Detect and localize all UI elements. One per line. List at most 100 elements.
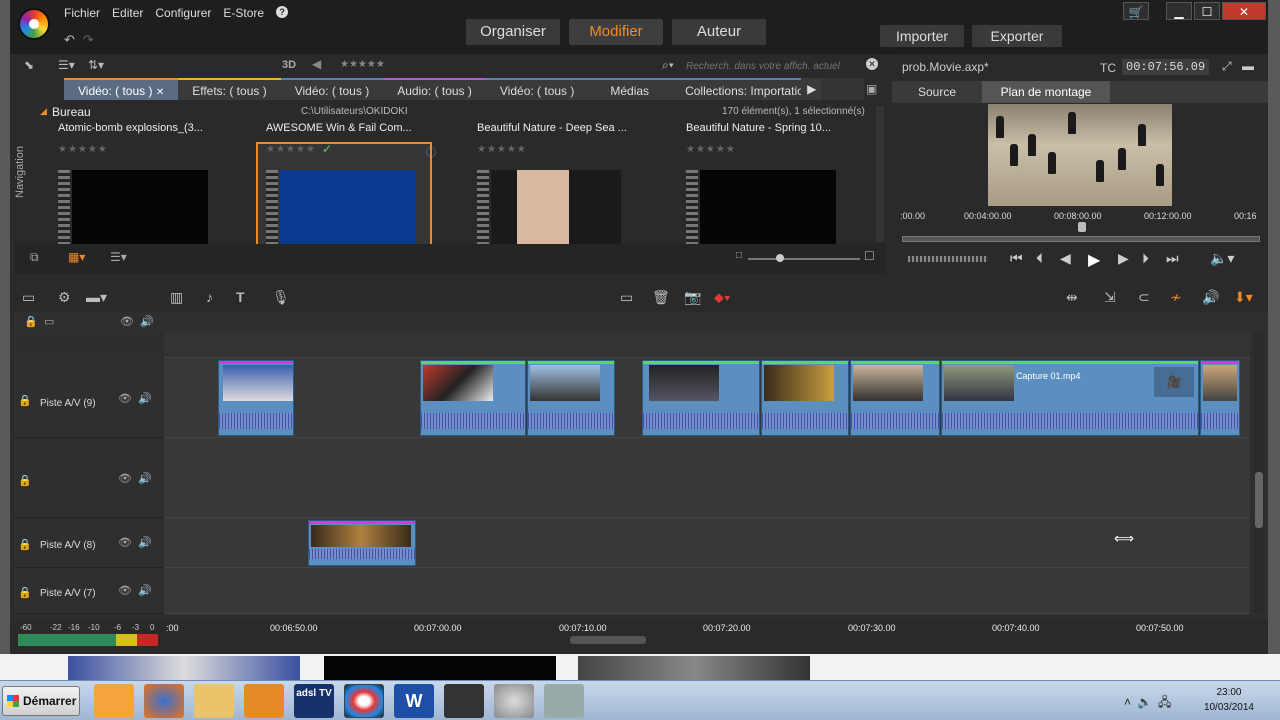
explorer-icon[interactable] <box>194 684 234 718</box>
timeline-clip-capture[interactable]: Capture 01.mp4 🎥 <box>941 360 1199 436</box>
preview-scrubber[interactable] <box>902 236 1260 242</box>
speaker-icon[interactable]: 🔊 <box>138 472 152 485</box>
horizontal-scroll-thumb[interactable] <box>570 636 646 644</box>
mode-organize-button[interactable]: Organiser <box>466 19 560 45</box>
marker-list-icon[interactable]: ▭ <box>620 289 633 306</box>
zoom-slider[interactable] <box>748 258 860 260</box>
redo-icon[interactable]: ↷ <box>83 32 102 47</box>
eye-icon[interactable]: 👁 <box>118 392 132 405</box>
pin-icon[interactable]: ⬊ <box>24 58 34 72</box>
library-search-input[interactable] <box>686 58 862 74</box>
close-tab-icon[interactable]: ✕ <box>156 87 164 98</box>
timeline-ruler[interactable]: :00 00:06:50.00 00:07:00.00 00:07:10.00 … <box>14 620 1268 654</box>
library-scrollbar[interactable] <box>876 106 884 242</box>
timeline-clip[interactable] <box>420 360 526 436</box>
track-area[interactable]: Capture 01.mp4 🎥 <box>164 358 1250 438</box>
speaker-icon[interactable]: 🔊 <box>138 536 152 549</box>
eye-icon[interactable]: 👁 <box>118 472 132 485</box>
delete-icon[interactable]: 🗑 <box>652 289 670 306</box>
close-button[interactable]: ✕ <box>1222 2 1266 20</box>
show-hidden-icon[interactable]: ˄ <box>1124 695 1137 709</box>
audio-mixer-icon[interactable]: ▥ <box>170 289 183 306</box>
lock-icon[interactable]: 🔒 <box>18 474 32 487</box>
word-icon[interactable]: W <box>394 684 434 718</box>
menu-configure[interactable]: Configurer <box>155 6 211 20</box>
3d-toggle[interactable]: 3D <box>282 59 296 71</box>
tab-media[interactable]: Médias <box>588 78 672 100</box>
pinnacle-studio-icon[interactable] <box>344 684 384 718</box>
prev-frame-icon[interactable]: ⏴ <box>1036 250 1043 267</box>
speaker-icon[interactable]: 🔊 <box>140 315 154 328</box>
start-button[interactable]: Démarrer <box>2 686 80 716</box>
timecode-display[interactable]: 00:07:56.09 <box>1122 59 1210 75</box>
mode-edit-button[interactable]: Modifier <box>569 19 663 45</box>
timeline-clip[interactable] <box>642 360 760 436</box>
timeline-layout-icon[interactable]: ▭ <box>22 289 35 306</box>
menu-edit[interactable]: Editer <box>112 6 143 20</box>
rating-filter[interactable]: ★★★★★ <box>340 59 385 70</box>
navigation-sidebar[interactable]: Navigation <box>14 102 32 242</box>
timeline-clip[interactable] <box>527 360 615 436</box>
eye-icon[interactable]: 👁 <box>118 584 132 597</box>
timeline-scrollbar[interactable] <box>1254 332 1264 612</box>
clear-search-icon[interactable]: ✕ <box>866 58 878 70</box>
tab-scroll-right-icon[interactable]: ▶ <box>801 78 823 100</box>
timeline-clip[interactable] <box>1200 360 1240 436</box>
adsl-tv-icon[interactable]: adsl TV <box>294 684 334 718</box>
import-button[interactable]: Importer <box>880 25 964 47</box>
list-view-icon[interactable]: ☰▾ <box>58 58 75 72</box>
track-area[interactable] <box>164 438 1250 518</box>
mode-author-button[interactable]: Auteur <box>672 19 766 45</box>
scrollbar-thumb[interactable] <box>1255 472 1263 528</box>
track-options-icon[interactable]: ▬▾ <box>86 289 107 306</box>
folder-arrow-icon[interactable]: ◢ <box>40 106 47 117</box>
lock-icon[interactable]: 🔒 <box>24 315 38 328</box>
info-icon[interactable]: ⓘ <box>426 144 436 159</box>
item-rating[interactable]: ★★★★★ <box>686 144 736 155</box>
go-end-icon[interactable]: ⏭ <box>1166 250 1179 267</box>
speaker-app-icon[interactable] <box>494 684 534 718</box>
app-logo-icon[interactable] <box>18 8 50 40</box>
menu-file[interactable]: Fichier <box>64 6 100 20</box>
next-frame-icon[interactable]: ⏵ <box>1142 250 1149 267</box>
timeline-clip[interactable] <box>308 520 416 566</box>
tab-video-3[interactable]: Vidéo: ( tous ) <box>485 78 589 100</box>
collapse-icon[interactable]: ⧉ <box>30 250 39 265</box>
volume-tray-icon[interactable]: 🔈 <box>1137 695 1158 709</box>
winamp-icon[interactable] <box>244 684 284 718</box>
track-area[interactable]: ⟺ <box>164 518 1250 568</box>
help-icon[interactable]: ? <box>276 6 289 18</box>
export-button[interactable]: Exporter <box>972 25 1062 47</box>
storyboard-icon[interactable]: ▭ <box>44 315 54 328</box>
screen-recorder-icon[interactable] <box>544 684 584 718</box>
voiceover-icon[interactable]: 🎙 <box>272 289 290 306</box>
go-start-icon[interactable]: ⏮ <box>1010 250 1023 267</box>
eye-icon[interactable]: 👁 <box>118 536 132 549</box>
scrub-handle[interactable] <box>1078 222 1086 232</box>
clapperboard-icon[interactable] <box>444 684 484 718</box>
tab-video-1[interactable]: Vidéo: ( tous ) ✕ <box>64 78 179 100</box>
store-cart-icon[interactable]: 🛒 <box>1123 2 1149 20</box>
eye-icon[interactable]: 👁 <box>120 315 134 328</box>
timeline-clip[interactable] <box>218 360 294 436</box>
tab-video-2[interactable]: Vidéo: ( tous ) <box>280 78 384 100</box>
insert-mode-icon[interactable]: ⬇▾ <box>1234 289 1253 306</box>
magnet-icon[interactable]: ≁ <box>1170 289 1182 306</box>
zoom-slider-handle[interactable] <box>776 254 784 262</box>
zoom-in-icon[interactable]: ☐ <box>864 249 875 263</box>
item-rating[interactable]: ★★★★★ <box>266 144 316 155</box>
ripple-icon[interactable]: ⊂ <box>1138 289 1150 306</box>
play-icon[interactable]: ▶ <box>1088 250 1100 270</box>
item-rating[interactable]: ★★★★★ <box>58 144 108 155</box>
step-forward-icon[interactable]: ▶ <box>1118 250 1129 267</box>
firefox-icon[interactable] <box>144 684 184 718</box>
network-icon[interactable]: 🖧 <box>1158 695 1177 709</box>
volume-icon[interactable]: 🔈▾ <box>1210 250 1234 267</box>
layout-icon[interactable]: ▬ <box>1242 59 1254 73</box>
panel-icon[interactable]: ▣ <box>866 82 877 96</box>
zoom-out-icon[interactable]: □ <box>736 250 742 261</box>
media-player-icon[interactable] <box>94 684 134 718</box>
tab-audio[interactable]: Audio: ( tous ) <box>383 78 486 100</box>
timeline-clip[interactable] <box>761 360 849 436</box>
search-icon[interactable]: ⌕▾ <box>662 58 674 73</box>
